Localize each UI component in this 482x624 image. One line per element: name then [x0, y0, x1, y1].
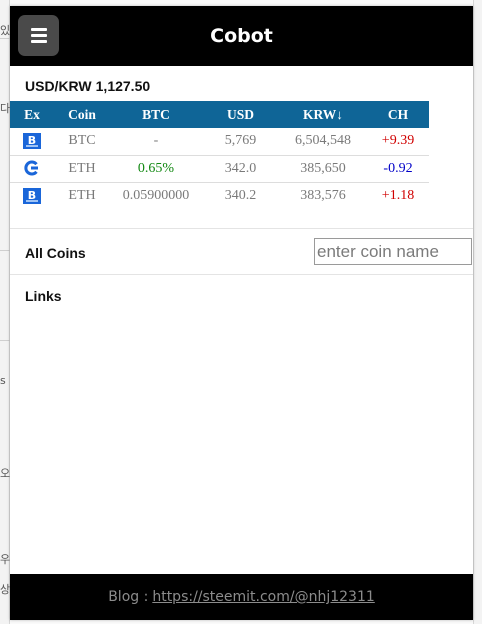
- hamburger-icon: [30, 40, 47, 43]
- coin-search-input[interactable]: [314, 238, 472, 265]
- bg-text-2: 다: [0, 102, 10, 115]
- bg-text-6: 상: [0, 583, 10, 596]
- section-divider: [10, 228, 473, 229]
- header-ch[interactable]: CH: [367, 101, 429, 128]
- change-cell: +1.18: [367, 181, 429, 209]
- coin-cell: BTC: [68, 133, 96, 149]
- rate-value: 1,127.50: [95, 78, 151, 94]
- krw-cell: 383,576: [279, 181, 367, 209]
- table-row[interactable]: ETH 0.65% 342.0 385,650 -0.92: [10, 154, 429, 182]
- usd-cell: 340.2: [202, 181, 279, 209]
- links-label[interactable]: Links: [25, 288, 62, 304]
- exchange-cell: [10, 154, 54, 182]
- bg-divider: [0, 340, 10, 341]
- app-header: Cobot: [10, 6, 473, 66]
- exchange-rate: USD/KRW 1,127.50: [25, 78, 154, 94]
- hamburger-icon: [30, 28, 47, 31]
- bg-text-1: 있: [0, 24, 10, 37]
- bg-text-4: 오: [0, 467, 10, 480]
- svg-text:B: B: [28, 189, 36, 202]
- usd-cell: 5,769: [224, 133, 257, 149]
- coin-price-table: Ex Coin BTC USD KRW↓ CH B BTC - 5,769 6,…: [10, 101, 429, 209]
- header-btc[interactable]: BTC: [110, 101, 202, 128]
- footer-prefix: Blog :: [108, 589, 149, 605]
- blog-link[interactable]: https://steemit.com/@nhj12311: [152, 589, 374, 605]
- hamburger-icon: [30, 34, 47, 37]
- table-header-row: Ex Coin BTC USD KRW↓ CH: [10, 101, 429, 128]
- table-row[interactable]: B BTC - 5,769 6,504,548 +9.39: [10, 128, 429, 155]
- svg-text:B: B: [28, 134, 36, 147]
- menu-button[interactable]: [18, 15, 59, 56]
- bg-divider: [0, 38, 10, 39]
- cobot-popup: Cobot USD/KRW 1,127.50 Ex Coin BTC USD KR…: [10, 6, 473, 620]
- c-exchange-icon: [24, 160, 38, 176]
- btc-cell: 0.05900000: [110, 181, 202, 209]
- bg-text-3: s: [0, 374, 6, 387]
- table-row[interactable]: B ETH 0.05900000 340.2 383,576 +1.18: [10, 181, 429, 209]
- change-cell: +9.39: [381, 133, 415, 149]
- footer: Blog : https://steemit.com/@nhj12311: [10, 574, 473, 620]
- b-exchange-icon: B: [23, 187, 41, 204]
- coin-cell: ETH: [54, 154, 110, 182]
- window-right-edge: [473, 0, 482, 624]
- app-title: Cobot: [210, 25, 273, 47]
- usd-cell: 342.0: [202, 154, 279, 182]
- header-usd[interactable]: USD: [202, 101, 279, 128]
- bg-divider: [0, 250, 10, 251]
- exchange-cell: B: [10, 128, 54, 155]
- btc-cell: 0.65%: [110, 154, 202, 182]
- krw-cell: 385,650: [279, 154, 367, 182]
- change-cell: -0.92: [367, 154, 429, 182]
- section-divider: [10, 274, 473, 275]
- krw-cell: 6,504,548: [295, 133, 351, 149]
- bg-text-5: 우: [0, 553, 10, 566]
- header-krw[interactable]: KRW↓: [279, 101, 367, 128]
- header-ex[interactable]: Ex: [10, 101, 54, 128]
- exchange-cell: B: [10, 181, 54, 209]
- btc-cell: -: [153, 133, 159, 149]
- all-coins-label[interactable]: All Coins: [25, 245, 86, 261]
- background-left-strip: 있 다 s 오 우 상: [0, 0, 10, 624]
- header-coin[interactable]: Coin: [54, 101, 110, 128]
- rate-pair: USD/KRW: [25, 78, 92, 94]
- coin-cell: ETH: [54, 181, 110, 209]
- b-exchange-icon: B: [23, 133, 41, 150]
